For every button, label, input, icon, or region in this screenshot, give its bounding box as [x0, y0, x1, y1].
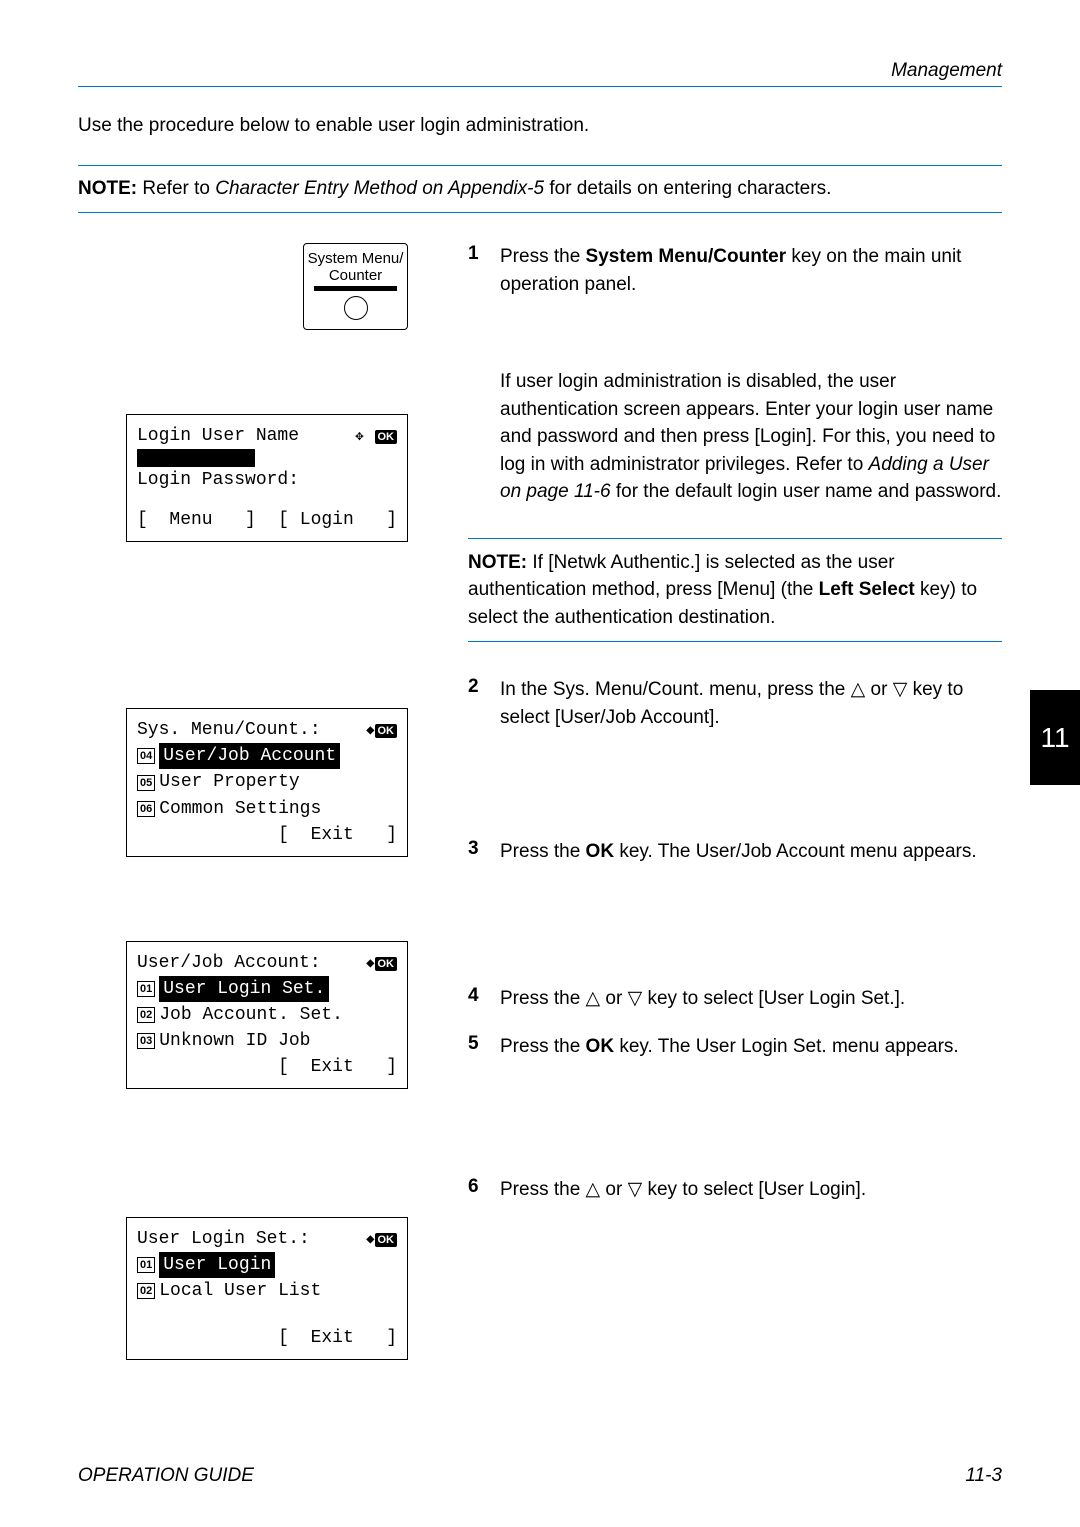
step-text: Press the △ or ▽ key to select [User Log… [500, 985, 905, 1013]
step-number: 5 [468, 1033, 486, 1061]
lcd-nav-icons: ◆OK [366, 950, 397, 976]
auth-text: for the default login user name and pass… [611, 481, 1002, 502]
step-number: 2 [468, 676, 486, 731]
step-text: Press the [500, 841, 586, 862]
note-rule-top [468, 538, 1002, 539]
note-italic: Character Entry Method on Appendix-5 [215, 178, 544, 199]
auth-paragraph: If user login administration is disabled… [468, 368, 1002, 506]
step-number: 3 [468, 838, 486, 866]
note-text-after: for details on entering characters. [544, 178, 831, 199]
item-num: 02 [137, 1007, 155, 1023]
step-text: Press the [500, 246, 586, 267]
lcd-nav-icons: ◆OK [366, 1226, 397, 1252]
lcd-exit: [ Exit ] [278, 1054, 397, 1080]
step-bold: OK [586, 1036, 615, 1057]
lcd-loginset-title: User Login Set.: [137, 1226, 310, 1252]
list-item: Job Account. Set. [159, 1002, 343, 1028]
step-2: 2 In the Sys. Menu/Count. menu, press th… [468, 676, 1002, 731]
list-item-selected: User Login [159, 1252, 275, 1278]
list-item-selected: User Login Set. [159, 976, 329, 1002]
footer-right: 11-3 [965, 1465, 1002, 1487]
system-menu-key-diagram: System Menu/ Counter [303, 243, 408, 330]
lcd-login-login-btn: [ Login ] [278, 507, 397, 533]
step-text: Press the △ or ▽ key to select [User Log… [500, 1176, 866, 1204]
footer-left: OPERATION GUIDE [78, 1465, 254, 1487]
lcd-login-menu-btn: [ Menu ] [137, 507, 256, 533]
lcd-user-login-set: User Login Set.: ◆OK 01 User Login 02 Lo… [126, 1217, 408, 1359]
lcd-login-pw: Login Password: [137, 467, 299, 493]
lcd-user-job: User/Job Account: ◆OK 01 User Login Set.… [126, 941, 408, 1089]
note-rule-top [78, 165, 1002, 166]
item-num: 01 [137, 981, 155, 997]
step-number: 6 [468, 1176, 486, 1204]
sys-btn-line2: Counter [329, 267, 382, 284]
intro-text: Use the procedure below to enable user l… [78, 115, 1002, 137]
note-rule-bottom [78, 212, 1002, 213]
lcd-user-title: User/Job Account: [137, 950, 321, 976]
lcd-sys-title: Sys. Menu/Count.: [137, 717, 321, 743]
section-title: Management [78, 60, 1002, 82]
lcd-exit: [ Exit ] [278, 1325, 397, 1351]
step-4: 4 Press the △ or ▽ key to select [User L… [468, 985, 1002, 1013]
step-number: 4 [468, 985, 486, 1013]
note-rule-bottom [468, 641, 1002, 642]
list-item: Common Settings [159, 796, 321, 822]
item-num: 03 [137, 1033, 155, 1049]
step-5: 5 Press the OK key. The User Login Set. … [468, 1033, 1002, 1061]
step-3: 3 Press the OK key. The User/Job Account… [468, 838, 1002, 866]
login-cursor [137, 449, 255, 467]
note-1: NOTE: Refer to Character Entry Method on… [78, 165, 1002, 213]
lcd-login: Login User Name ✥ OK Login Password: [ M… [126, 414, 408, 542]
note-label: NOTE: [78, 178, 137, 199]
item-num: 06 [137, 801, 155, 817]
step-text: key. The User Login Set. menu appears. [614, 1036, 959, 1057]
page-footer: OPERATION GUIDE 11-3 [78, 1465, 1002, 1487]
note-label: NOTE: [468, 552, 527, 573]
list-item: Unknown ID Job [159, 1028, 310, 1054]
step-6: 6 Press the △ or ▽ key to select [User L… [468, 1176, 1002, 1204]
step-number: 1 [468, 243, 486, 298]
note-2: NOTE: If [Netwk Authentic.] is selected … [468, 532, 1002, 649]
lcd-login-title: Login User Name [137, 423, 299, 449]
step-bold: OK [586, 841, 615, 862]
item-num: 01 [137, 1257, 155, 1273]
sys-btn-bar [314, 286, 396, 291]
lcd-sys-menu: Sys. Menu/Count.: ◆OK 04 User/Job Accoun… [126, 708, 408, 856]
step-bold: System Menu/Counter [586, 246, 787, 267]
step-text: In the Sys. Menu/Count. menu, press the … [500, 676, 1002, 731]
chapter-tab: 11 [1030, 690, 1080, 785]
list-item-selected: User/Job Account [159, 743, 340, 769]
step-1: 1 Press the System Menu/Counter key on t… [468, 243, 1002, 298]
sys-btn-line1: System Menu/ [308, 250, 404, 267]
lcd-nav-icons: ✥ OK [355, 423, 397, 449]
lcd-exit: [ Exit ] [278, 822, 397, 848]
note-text-before: Refer to [137, 178, 215, 199]
item-num: 04 [137, 748, 155, 764]
step-text: key. The User/Job Account menu appears. [614, 841, 977, 862]
list-item: User Property [159, 769, 299, 795]
list-item: Local User List [159, 1278, 321, 1304]
lcd-nav-icons: ◆OK [366, 717, 397, 743]
header-rule [78, 86, 1002, 87]
step-text: Press the [500, 1036, 586, 1057]
item-num: 02 [137, 1283, 155, 1299]
sys-btn-led [344, 296, 368, 320]
item-num: 05 [137, 775, 155, 791]
note-bold: Left Select [819, 579, 915, 600]
